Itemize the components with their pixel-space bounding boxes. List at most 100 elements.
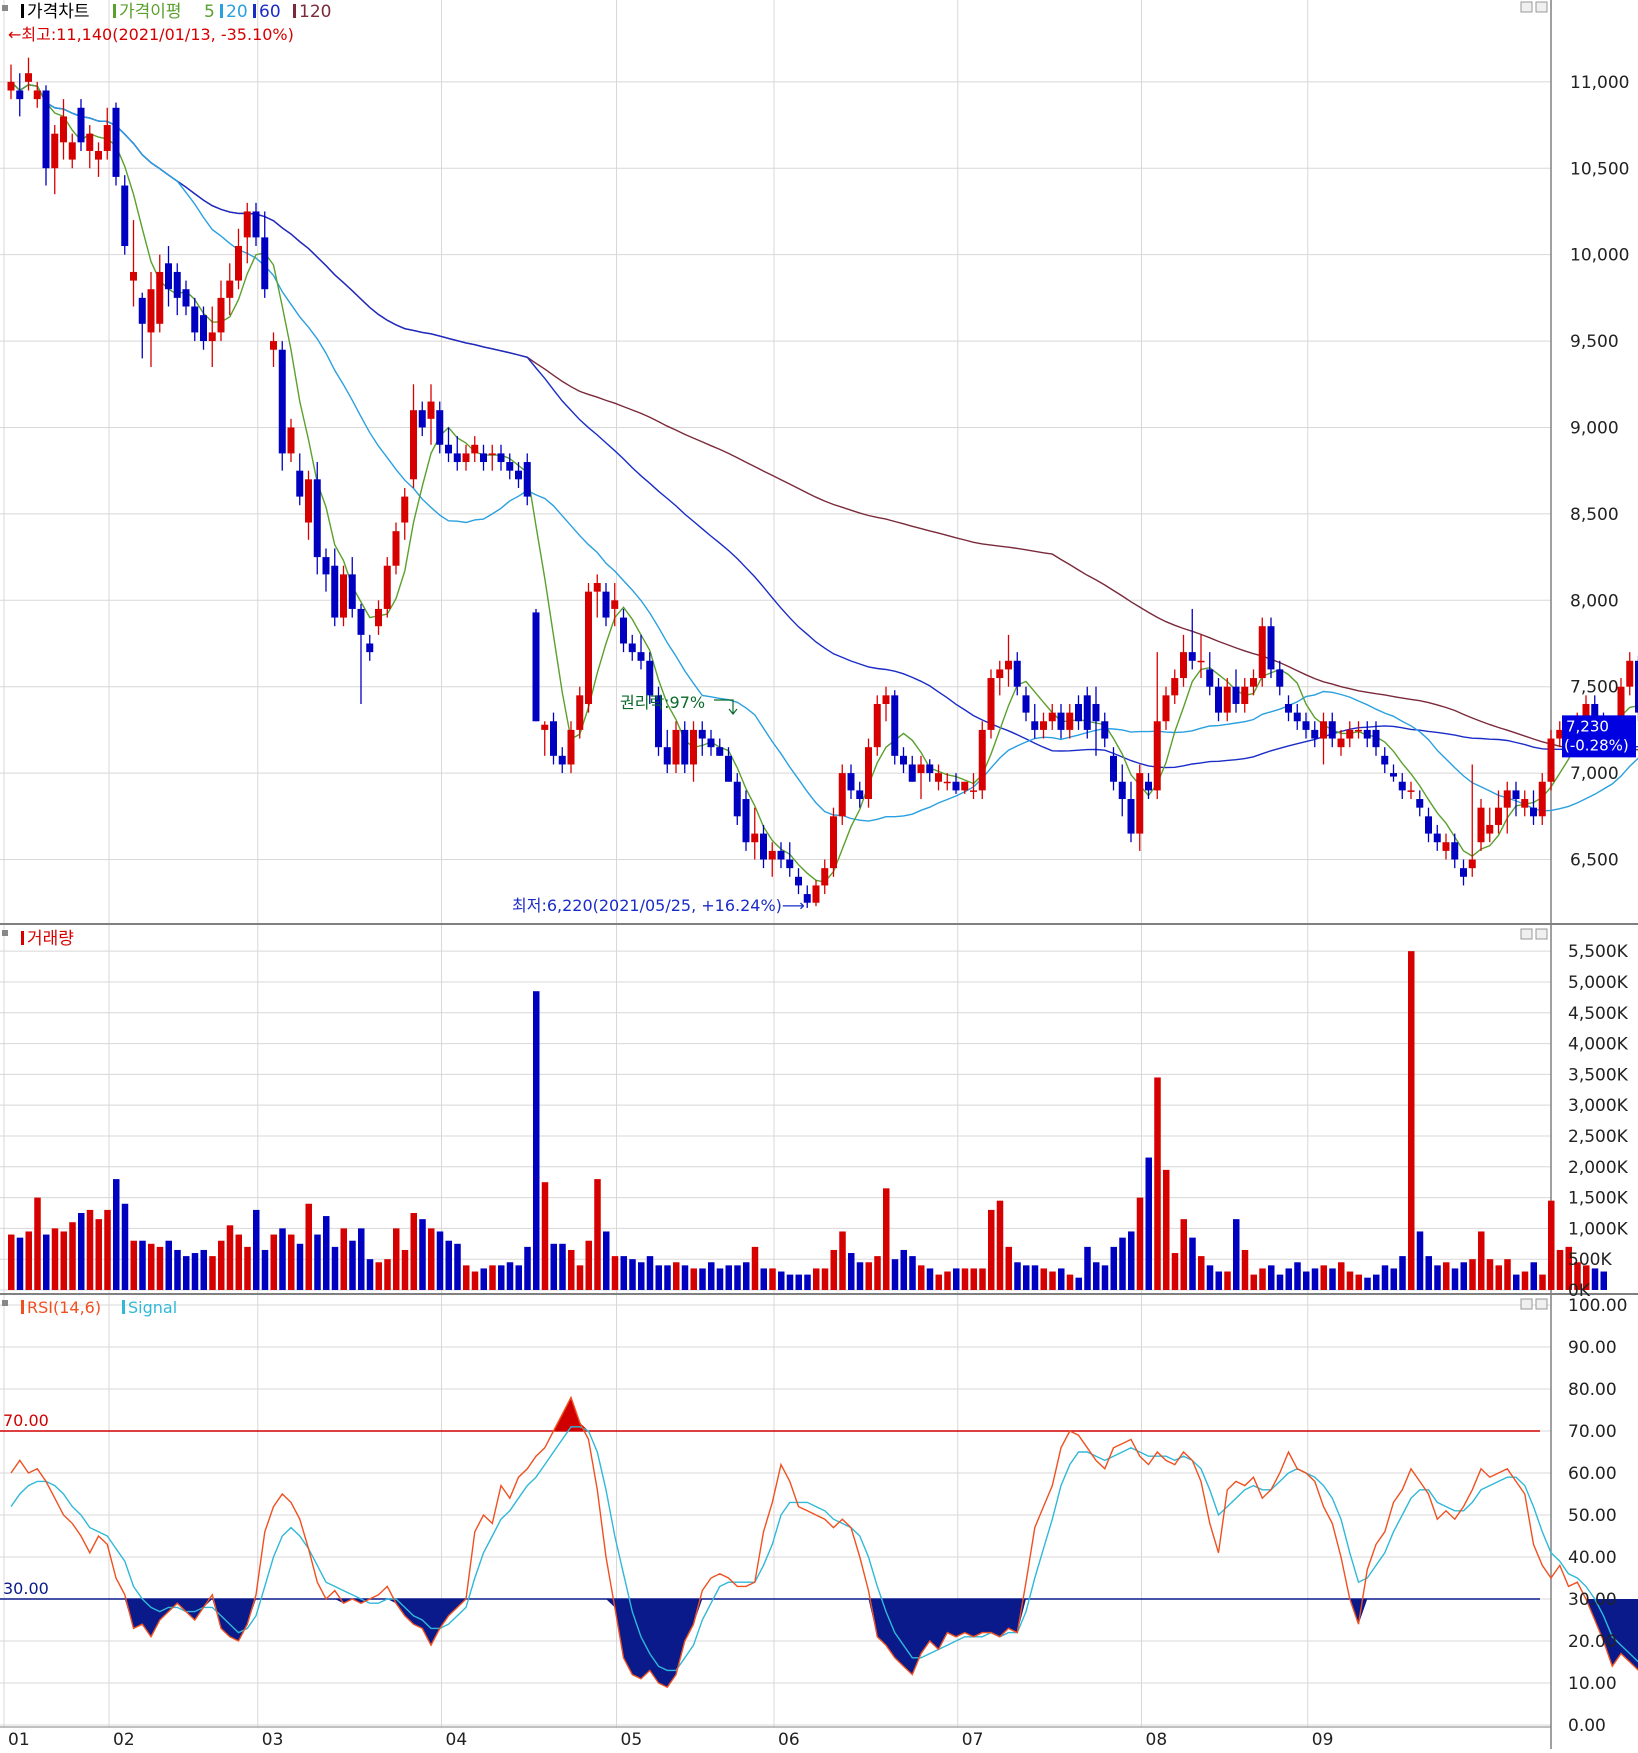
volume-bar (376, 1262, 383, 1290)
volume-bar (17, 1238, 24, 1290)
price-tick-label: 7,000 (1570, 764, 1619, 784)
volume-bar (271, 1235, 278, 1290)
volume-bar (498, 1265, 505, 1290)
candle-body (594, 583, 601, 592)
legend-price-chart[interactable]: 가격차트 (27, 2, 90, 22)
volume-bar (1189, 1238, 1196, 1290)
volume-bar (621, 1256, 628, 1290)
candle-body (926, 764, 933, 773)
volume-tick-label: 1,000K (1568, 1219, 1629, 1239)
candle-body (690, 730, 697, 765)
volume-bar (192, 1253, 199, 1290)
candle-body (900, 756, 907, 765)
volume-bar (1478, 1231, 1485, 1290)
candle-body (436, 410, 443, 445)
volume-bar (612, 1256, 619, 1290)
volume-bar (1023, 1265, 1030, 1290)
candle-body (156, 272, 163, 324)
close-icon[interactable] (1536, 2, 1547, 12)
candle-body (1084, 695, 1091, 730)
candle-body (288, 427, 295, 453)
candle-body (113, 108, 120, 177)
volume-bar (358, 1228, 365, 1290)
price-tick-label: 11,000 (1570, 73, 1629, 93)
candle-body (1469, 860, 1476, 869)
panel-menu-icon[interactable] (2, 5, 8, 11)
candle-body (874, 704, 881, 747)
panel-menu-icon[interactable] (2, 1300, 8, 1306)
volume-bar (717, 1268, 724, 1290)
legend-ma-label[interactable]: 가격이평 (119, 2, 182, 22)
candle-body (375, 609, 382, 626)
current-price-change: (-0.28%) (1564, 736, 1629, 754)
candle-body (270, 341, 277, 350)
legend-rsi[interactable]: RSI(14,6) (27, 1298, 101, 1317)
maximize-icon[interactable] (1521, 1299, 1532, 1309)
volume-bar (656, 1265, 663, 1290)
candle-body (1014, 661, 1021, 687)
candle-body (830, 816, 837, 868)
legend-ma20[interactable]: 20 (226, 2, 248, 22)
maximize-icon[interactable] (1521, 2, 1532, 12)
candle-body (1408, 790, 1415, 792)
legend-ma60[interactable]: 60 (259, 2, 281, 22)
legend-swatch (21, 4, 24, 18)
volume-bar (1513, 1275, 1520, 1290)
volume-bar (691, 1268, 698, 1290)
volume-bar (787, 1275, 794, 1290)
candle-body (1390, 773, 1397, 776)
candle-body (988, 678, 995, 730)
panel-menu-icon[interactable] (2, 930, 8, 936)
volume-bar (244, 1247, 251, 1290)
legend-ma120[interactable]: 120 (299, 2, 331, 22)
price-tick-label: 9,500 (1570, 332, 1619, 352)
candle-body (226, 281, 233, 298)
volume-bar (1224, 1272, 1231, 1290)
date-tick-label: 07 (962, 1730, 984, 1749)
volume-bar (1504, 1259, 1511, 1290)
candle-body (1233, 687, 1240, 704)
candle-body (121, 186, 128, 246)
volume-bar (349, 1241, 356, 1290)
rsi-tick-label: 0.00 (1568, 1716, 1606, 1736)
candle-body (1434, 834, 1441, 843)
candle-body (445, 445, 452, 454)
candle-body (620, 618, 627, 644)
volume-bar (236, 1235, 243, 1290)
candle-body (1215, 687, 1222, 713)
candle-body (506, 462, 513, 471)
price-tick-label: 8,000 (1570, 591, 1619, 611)
rsi-tick-label: 90.00 (1568, 1338, 1617, 1358)
candle-body (576, 695, 583, 730)
candle-body (104, 125, 111, 151)
volume-bar (472, 1272, 479, 1290)
candle-body (786, 860, 793, 869)
volume-bar (577, 1265, 584, 1290)
volume-bar (218, 1241, 225, 1290)
volume-bar (524, 1247, 531, 1290)
candle-body (1023, 695, 1030, 712)
legend-volume[interactable]: 거래량 (27, 929, 74, 949)
volume-bar (288, 1235, 295, 1290)
volume-bar (454, 1244, 461, 1290)
candle-body (909, 764, 916, 781)
close-icon[interactable] (1536, 1299, 1547, 1309)
candle-body (918, 764, 925, 773)
volume-bar (909, 1256, 916, 1290)
candle-body (1539, 782, 1546, 817)
candle-body (1294, 713, 1301, 722)
candle-body (953, 782, 960, 791)
legend-signal[interactable]: Signal (128, 1298, 177, 1317)
volume-bar (1531, 1262, 1538, 1290)
candle-body (165, 263, 172, 289)
volume-tick-label: 4,500K (1568, 1004, 1629, 1024)
candle-body (778, 851, 785, 860)
legend-ma5[interactable]: 5 (204, 2, 215, 22)
candle-body (1355, 730, 1362, 732)
candle-body (1346, 730, 1353, 739)
maximize-icon[interactable] (1521, 929, 1532, 939)
candle-body (471, 445, 478, 454)
candle-body (78, 108, 85, 143)
volume-bar (78, 1213, 85, 1290)
close-icon[interactable] (1536, 929, 1547, 939)
